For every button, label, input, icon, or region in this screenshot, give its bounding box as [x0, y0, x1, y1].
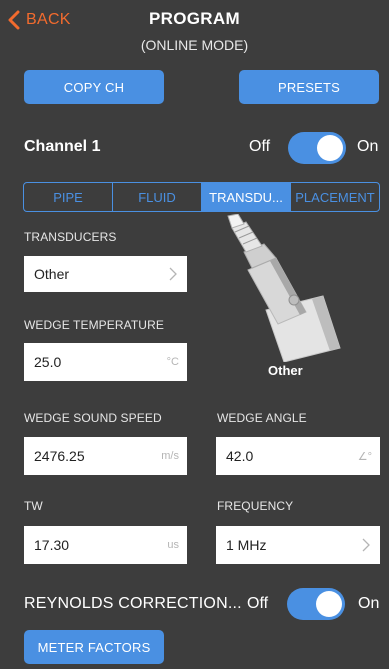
wedge-sound-speed-input[interactable]: 2476.25 m/s	[24, 437, 187, 475]
tab-bar: PIPE FLUID TRANSDU... PLACEMENT	[23, 182, 380, 212]
tw-label: TW	[24, 499, 43, 513]
reynolds-toggle[interactable]	[287, 588, 345, 620]
tw-input[interactable]: 17.30 us	[24, 526, 187, 564]
tw-value: 17.30	[34, 537, 70, 553]
reynolds-correction-label: REYNOLDS CORRECTION...	[24, 595, 242, 612]
wedge-temperature-input[interactable]: 25.0 °C	[24, 343, 187, 381]
frequency-label: FREQUENCY	[217, 499, 294, 513]
tab-fluid[interactable]: FLUID	[113, 183, 202, 211]
transducers-value: Other	[34, 266, 70, 282]
channel-label: Channel 1	[24, 138, 101, 155]
wedge-sound-speed-label: WEDGE SOUND SPEED	[24, 411, 162, 425]
chevron-right-icon	[169, 267, 177, 281]
transducer-caption: Other	[268, 363, 303, 378]
toggle-knob	[317, 135, 343, 161]
presets-button[interactable]: PRESETS	[239, 70, 379, 104]
tab-placement[interactable]: PLACEMENT	[291, 183, 379, 211]
tab-transducer[interactable]: TRANSDU...	[202, 183, 291, 211]
wedge-temperature-label: WEDGE TEMPERATURE	[24, 318, 164, 332]
toggle-knob	[316, 591, 342, 617]
transducers-label: TRANSDUCERS	[24, 230, 117, 244]
frequency-value: 1 MHz	[226, 537, 267, 553]
wedge-sound-speed-value: 2476.25	[34, 448, 85, 464]
transducers-select[interactable]: Other	[24, 256, 187, 292]
tab-pipe[interactable]: PIPE	[24, 183, 113, 211]
tw-unit: us	[167, 539, 179, 551]
transducer-illustration	[227, 214, 341, 362]
frequency-select[interactable]: 1 MHz	[216, 526, 380, 564]
channel-on-label: On	[357, 138, 379, 155]
wedge-angle-unit: ∠°	[357, 450, 372, 463]
wedge-temperature-unit: °C	[166, 356, 179, 368]
page-title: PROGRAM	[149, 9, 240, 28]
reynolds-on-label: On	[358, 595, 380, 612]
wedge-sound-speed-unit: m/s	[161, 450, 179, 462]
reynolds-off-label: Off	[247, 595, 269, 612]
wedge-angle-input[interactable]: 42.0 ∠°	[216, 437, 380, 475]
page-subtitle: (ONLINE MODE)	[140, 37, 249, 53]
wedge-angle-label: WEDGE ANGLE	[217, 411, 307, 425]
wedge-temperature-value: 25.0	[34, 354, 62, 370]
copy-ch-button[interactable]: COPY CH	[24, 70, 164, 104]
chevron-right-icon	[362, 538, 370, 552]
meter-factors-button[interactable]: METER FACTORS	[24, 630, 164, 664]
channel-off-label: Off	[249, 138, 271, 155]
channel-toggle[interactable]	[288, 132, 346, 164]
wedge-angle-value: 42.0	[226, 448, 254, 464]
